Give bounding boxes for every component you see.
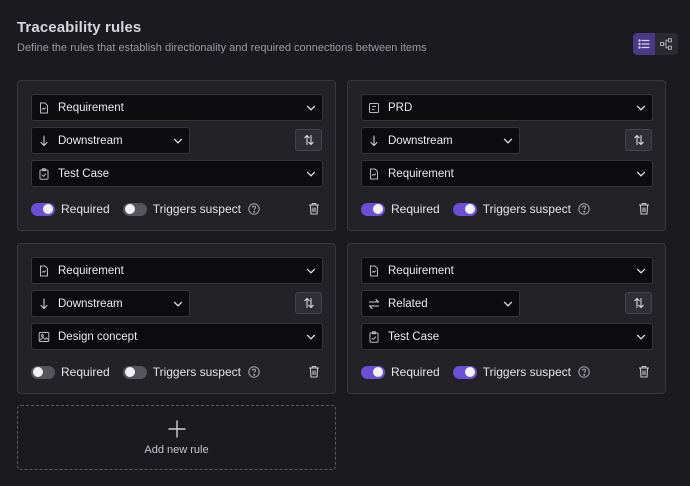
direction-select[interactable]: Downstream (361, 127, 520, 154)
chevron-down-icon (636, 105, 646, 111)
chevron-down-icon (306, 105, 316, 111)
test-case-icon (38, 167, 50, 180)
source-item-type-label: Requirement (388, 264, 454, 277)
source-item-type-label: Requirement (58, 264, 124, 277)
target-item-type-label: Test Case (388, 330, 440, 343)
triggers-suspect-toggle[interactable] (122, 365, 147, 379)
direction-label: Related (388, 297, 428, 310)
rule-card: Requirement Downstream Test Case Required Tr… (17, 80, 336, 231)
swap-direction-icon (633, 134, 644, 146)
direction-label: Downstream (58, 134, 123, 147)
required-toggle[interactable] (31, 202, 55, 216)
triggers-suspect-toggle[interactable] (452, 365, 477, 379)
page-header: Traceability rules Define the rules that… (17, 19, 427, 54)
source-item-type-label: Requirement (58, 101, 124, 114)
trash-icon[interactable] (308, 365, 320, 378)
target-item-type-select[interactable]: Test Case (31, 160, 323, 187)
list-icon (638, 39, 650, 49)
trash-icon[interactable] (638, 202, 650, 215)
swap-direction-button[interactable] (625, 129, 652, 151)
chevron-down-icon (173, 138, 183, 144)
help-icon[interactable] (578, 366, 590, 378)
plus-icon (167, 419, 186, 438)
triggers-suspect-toggle[interactable] (122, 202, 147, 216)
requirement-icon (368, 265, 380, 277)
direction-select[interactable]: Downstream (31, 290, 190, 317)
chevron-down-icon (503, 301, 513, 307)
chevron-down-icon (503, 138, 513, 144)
chevron-down-icon (173, 301, 183, 307)
test-case-icon (368, 330, 380, 343)
target-item-type-label: Requirement (388, 167, 454, 180)
required-label: Required (61, 365, 110, 379)
source-item-type-select[interactable]: PRD (361, 94, 653, 121)
required-toggle[interactable] (361, 202, 385, 216)
swap-direction-button[interactable] (625, 292, 652, 314)
rule-options: Required Triggers suspect (31, 201, 322, 217)
target-item-type-label: Test Case (58, 167, 110, 180)
source-item-type-select[interactable]: Requirement (361, 257, 653, 284)
target-item-type-select[interactable]: Design concept (31, 323, 323, 350)
target-item-type-select[interactable]: Requirement (361, 160, 653, 187)
triggers-suspect-label: Triggers suspect (482, 202, 571, 216)
requirement-icon (368, 168, 380, 180)
direction-label: Downstream (388, 134, 453, 147)
page-title: Traceability rules (17, 19, 142, 36)
requirement-icon (38, 102, 50, 114)
required-label: Required (61, 202, 110, 216)
chevron-down-icon (636, 334, 646, 340)
swap-direction-icon (303, 297, 314, 309)
triggers-suspect-toggle[interactable] (452, 202, 477, 216)
trash-icon[interactable] (308, 202, 320, 215)
swap-direction-icon (303, 134, 314, 146)
direction-select[interactable]: Related (361, 290, 520, 317)
view-toggle (633, 33, 678, 55)
arrow-down-icon (38, 297, 50, 310)
prd-icon (368, 102, 380, 114)
page-subtitle: Define the rules that establish directio… (17, 42, 427, 54)
triggers-suspect-label: Triggers suspect (482, 365, 571, 379)
help-icon[interactable] (248, 203, 260, 215)
direction-label: Downstream (58, 297, 123, 310)
chevron-down-icon (306, 268, 316, 274)
arrow-down-icon (38, 134, 50, 147)
required-label: Required (391, 365, 440, 379)
chevron-down-icon (636, 268, 646, 274)
graph-icon (660, 38, 672, 50)
source-item-type-select[interactable]: Requirement (31, 257, 323, 284)
arrow-down-icon (368, 134, 380, 147)
direction-select[interactable]: Downstream (31, 127, 190, 154)
chevron-down-icon (306, 334, 316, 340)
list-view-button[interactable] (633, 33, 655, 55)
chevron-down-icon (306, 171, 316, 177)
help-icon[interactable] (578, 203, 590, 215)
source-item-type-select[interactable]: Requirement (31, 94, 323, 121)
swap-direction-button[interactable] (295, 129, 322, 151)
rule-options: Required Triggers suspect (31, 364, 322, 380)
swap-direction-button[interactable] (295, 292, 322, 314)
target-item-type-select[interactable]: Test Case (361, 323, 653, 350)
chevron-down-icon (636, 171, 646, 177)
swap-direction-icon (633, 297, 644, 309)
required-toggle[interactable] (361, 365, 385, 379)
image-icon (38, 331, 50, 343)
add-new-rule-button[interactable]: Add new rule (17, 405, 336, 470)
graph-view-button[interactable] (655, 33, 677, 55)
source-item-type-label: PRD (388, 101, 413, 114)
triggers-suspect-label: Triggers suspect (152, 202, 241, 216)
required-toggle[interactable] (31, 365, 55, 379)
related-arrows-icon (368, 298, 380, 310)
add-new-rule-label: Add new rule (144, 443, 209, 456)
trash-icon[interactable] (638, 365, 650, 378)
required-label: Required (391, 202, 440, 216)
rule-options: Required Triggers suspect (361, 201, 652, 217)
rule-card: Requirement Downstream Design concept Requi… (17, 243, 336, 394)
rule-card: Requirement Related Test Case Required Trigg… (347, 243, 666, 394)
rule-options: Required Triggers suspect (361, 364, 652, 380)
help-icon[interactable] (248, 366, 260, 378)
requirement-icon (38, 265, 50, 277)
triggers-suspect-label: Triggers suspect (152, 365, 241, 379)
rule-card: PRD Downstream Requirement Required Triggers… (347, 80, 666, 231)
target-item-type-label: Design concept (58, 330, 138, 343)
